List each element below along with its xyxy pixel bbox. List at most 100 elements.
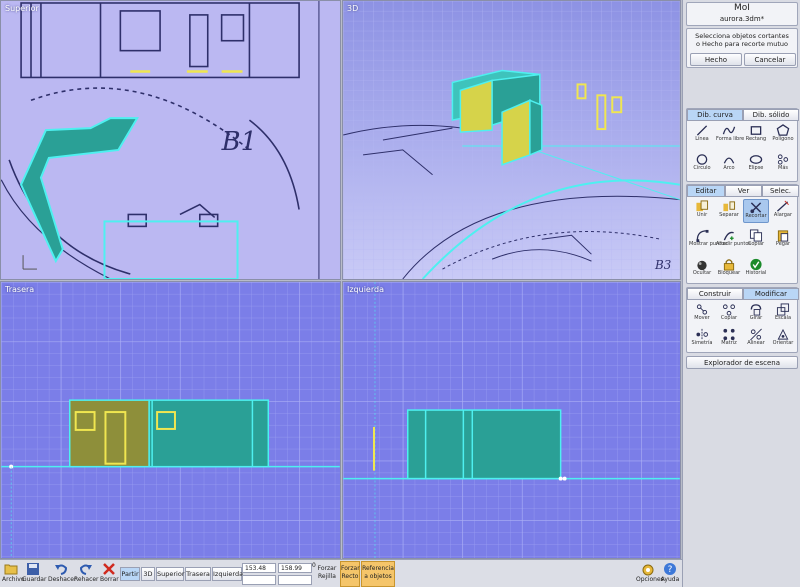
viewport-top[interactable]: Superior B1 <box>0 0 341 280</box>
edit-tool-separate[interactable]: Separar <box>716 199 742 223</box>
coord-y-field[interactable]: 158.99 <box>278 563 312 573</box>
tool-label: Más <box>778 165 788 171</box>
delete-button[interactable]: Borrar <box>100 562 119 583</box>
tab-construct[interactable]: Construir <box>687 288 743 300</box>
save-icon <box>27 563 39 575</box>
tab-draw-solid[interactable]: Dib. sólido <box>743 109 799 121</box>
draw-tool-freeform[interactable]: Forma libre <box>716 123 744 147</box>
viewport-3d[interactable]: 3D B3 <box>342 0 681 280</box>
force-grid-line2: Rejilla <box>318 573 336 580</box>
redo-icon <box>79 564 92 575</box>
viewport-back-canvas <box>1 282 340 558</box>
edit-tool-trim[interactable]: Recortar <box>743 199 769 223</box>
draw-tool-circle[interactable]: Círculo <box>689 152 715 176</box>
draw-tool-arc[interactable]: Arco <box>716 152 742 176</box>
tool-label: Rectang <box>745 136 767 142</box>
force-straight-line1: Forzar <box>341 565 360 572</box>
folder-icon <box>4 564 18 575</box>
label-b3: B3 <box>654 258 671 272</box>
file-button[interactable]: Archivo <box>2 562 24 583</box>
draw-palette: Dib. curva Dib. sólido Línea Forma libre R… <box>686 108 799 182</box>
tab-draw-curve[interactable]: Dib. curva <box>687 109 743 121</box>
tab-select[interactable]: Selec. <box>762 185 799 197</box>
undo-label: Deshacer <box>48 576 77 583</box>
view-button-3d[interactable]: 3D <box>141 567 155 581</box>
viewport-back[interactable]: Trasera <box>0 281 341 559</box>
transform-tool-array[interactable]: Matriz <box>716 327 742 351</box>
tab-view[interactable]: Ver <box>725 185 762 197</box>
edit-tool-extend[interactable]: Alargar <box>770 199 796 223</box>
edit-palette: Editar Ver Selec. Unir Separar Recortar Ala… <box>686 184 799 284</box>
help-button[interactable]: ? Ayuda <box>660 562 680 583</box>
transform-tool-align[interactable]: Alinear <box>743 327 769 351</box>
view-button-superior[interactable]: Superior <box>156 567 185 581</box>
view-button-trasera[interactable]: Trasera <box>185 567 211 581</box>
delete-icon <box>103 563 115 575</box>
coord-dist-field[interactable] <box>242 575 276 585</box>
scene-browser-button[interactable]: Explorador de escena <box>686 356 798 369</box>
coord-z-readout: 0 <box>312 562 316 569</box>
transform-tool-scale[interactable]: Escala <box>770 302 796 326</box>
edit-tool-history[interactable]: Historial <box>743 257 769 281</box>
undo-button[interactable]: Deshacer <box>48 562 77 583</box>
tool-label: Copiar <box>720 315 738 321</box>
edit-tool-add-points[interactable]: Añadir puntos <box>716 228 751 252</box>
tool-label: Girar <box>749 315 763 321</box>
tool-label: Escala <box>774 315 792 321</box>
tool-label: Simetría <box>691 340 713 346</box>
edit-tool-lock[interactable]: Bloquear <box>716 257 742 281</box>
tool-label: Separar <box>719 212 739 218</box>
coord-angle-field[interactable] <box>278 575 312 585</box>
view-button-izquierda[interactable]: Izquierda <box>212 567 243 581</box>
coord-x-field[interactable]: 153.48 <box>242 563 276 573</box>
tool-label: Bloquear <box>717 270 741 276</box>
prompt-line-2: o Hecho para recorte mutuo <box>696 40 788 48</box>
svg-text:?: ? <box>668 565 673 575</box>
object-snap-toggle[interactable]: Referencia a objetos <box>361 561 395 587</box>
tool-label: Arco <box>723 165 735 171</box>
draw-tool-polygon[interactable]: Polígono <box>770 123 796 147</box>
cancel-button[interactable]: Cancelar <box>744 53 796 66</box>
transform-tool-mirror[interactable]: Simetría <box>689 327 715 351</box>
viewport-back-label: Trasera <box>5 285 35 294</box>
options-icon <box>642 564 654 576</box>
tab-edit[interactable]: Editar <box>687 185 725 197</box>
force-straight-toggle[interactable]: Forzar Recto <box>340 561 360 587</box>
edit-tool-show-points[interactable]: Mostrar puntos <box>689 228 727 252</box>
draw-tool-more[interactable]: Más <box>770 152 796 176</box>
redo-label: Rehacer <box>74 576 99 583</box>
transform-palette: Construir Modificar Mover Copiar Girar Esca… <box>686 287 799 353</box>
transform-tool-move[interactable]: Mover <box>689 302 715 326</box>
viewport-left-label: Izquierda <box>347 285 384 294</box>
save-label: Guardar <box>22 576 47 583</box>
force-grid-toggle[interactable]: Forzar Rejilla <box>315 565 339 581</box>
tool-label: Orientar <box>772 340 794 346</box>
tool-label: Pegar <box>775 241 791 247</box>
redo-button[interactable]: Rehacer <box>74 562 99 583</box>
edit-tool-hide[interactable]: Ocultar <box>689 257 715 281</box>
edit-tool-paste[interactable]: Pegar <box>770 228 796 252</box>
command-prompt: Selecciona objetos cortantes o Hecho par… <box>686 28 798 68</box>
file-name: aurora.3dm* <box>719 15 765 23</box>
viewport-left[interactable]: Izquierda <box>342 281 681 559</box>
tab-modify[interactable]: Modificar <box>743 288 799 300</box>
save-button[interactable]: Guardar <box>22 562 47 583</box>
delete-label: Borrar <box>100 576 119 583</box>
view-button-partir[interactable]: Partir <box>120 567 140 581</box>
tool-label: Mostrar puntos <box>689 241 727 247</box>
done-button[interactable]: Hecho <box>690 53 742 66</box>
transform-tool-copy-transform[interactable]: Copiar <box>716 302 742 326</box>
options-button[interactable]: Opciones <box>636 562 664 583</box>
transform-tool-orient[interactable]: Orientar <box>770 327 796 351</box>
draw-tool-ellipse[interactable]: Elipse <box>743 152 769 176</box>
edit-tool-copy[interactable]: Copiar <box>743 228 769 252</box>
force-grid-line1: Forzar <box>317 565 337 572</box>
app-title: MoI <box>734 3 750 13</box>
edit-tool-join[interactable]: Unir <box>689 199 715 223</box>
tool-label: Matriz <box>721 340 737 346</box>
draw-tool-line[interactable]: Línea <box>689 123 715 147</box>
tool-label: Elipse <box>748 165 764 171</box>
draw-tool-rectangle[interactable]: Rectang <box>743 123 769 147</box>
tool-label: Recortar <box>745 213 767 219</box>
transform-tool-rotate[interactable]: Girar <box>743 302 769 326</box>
